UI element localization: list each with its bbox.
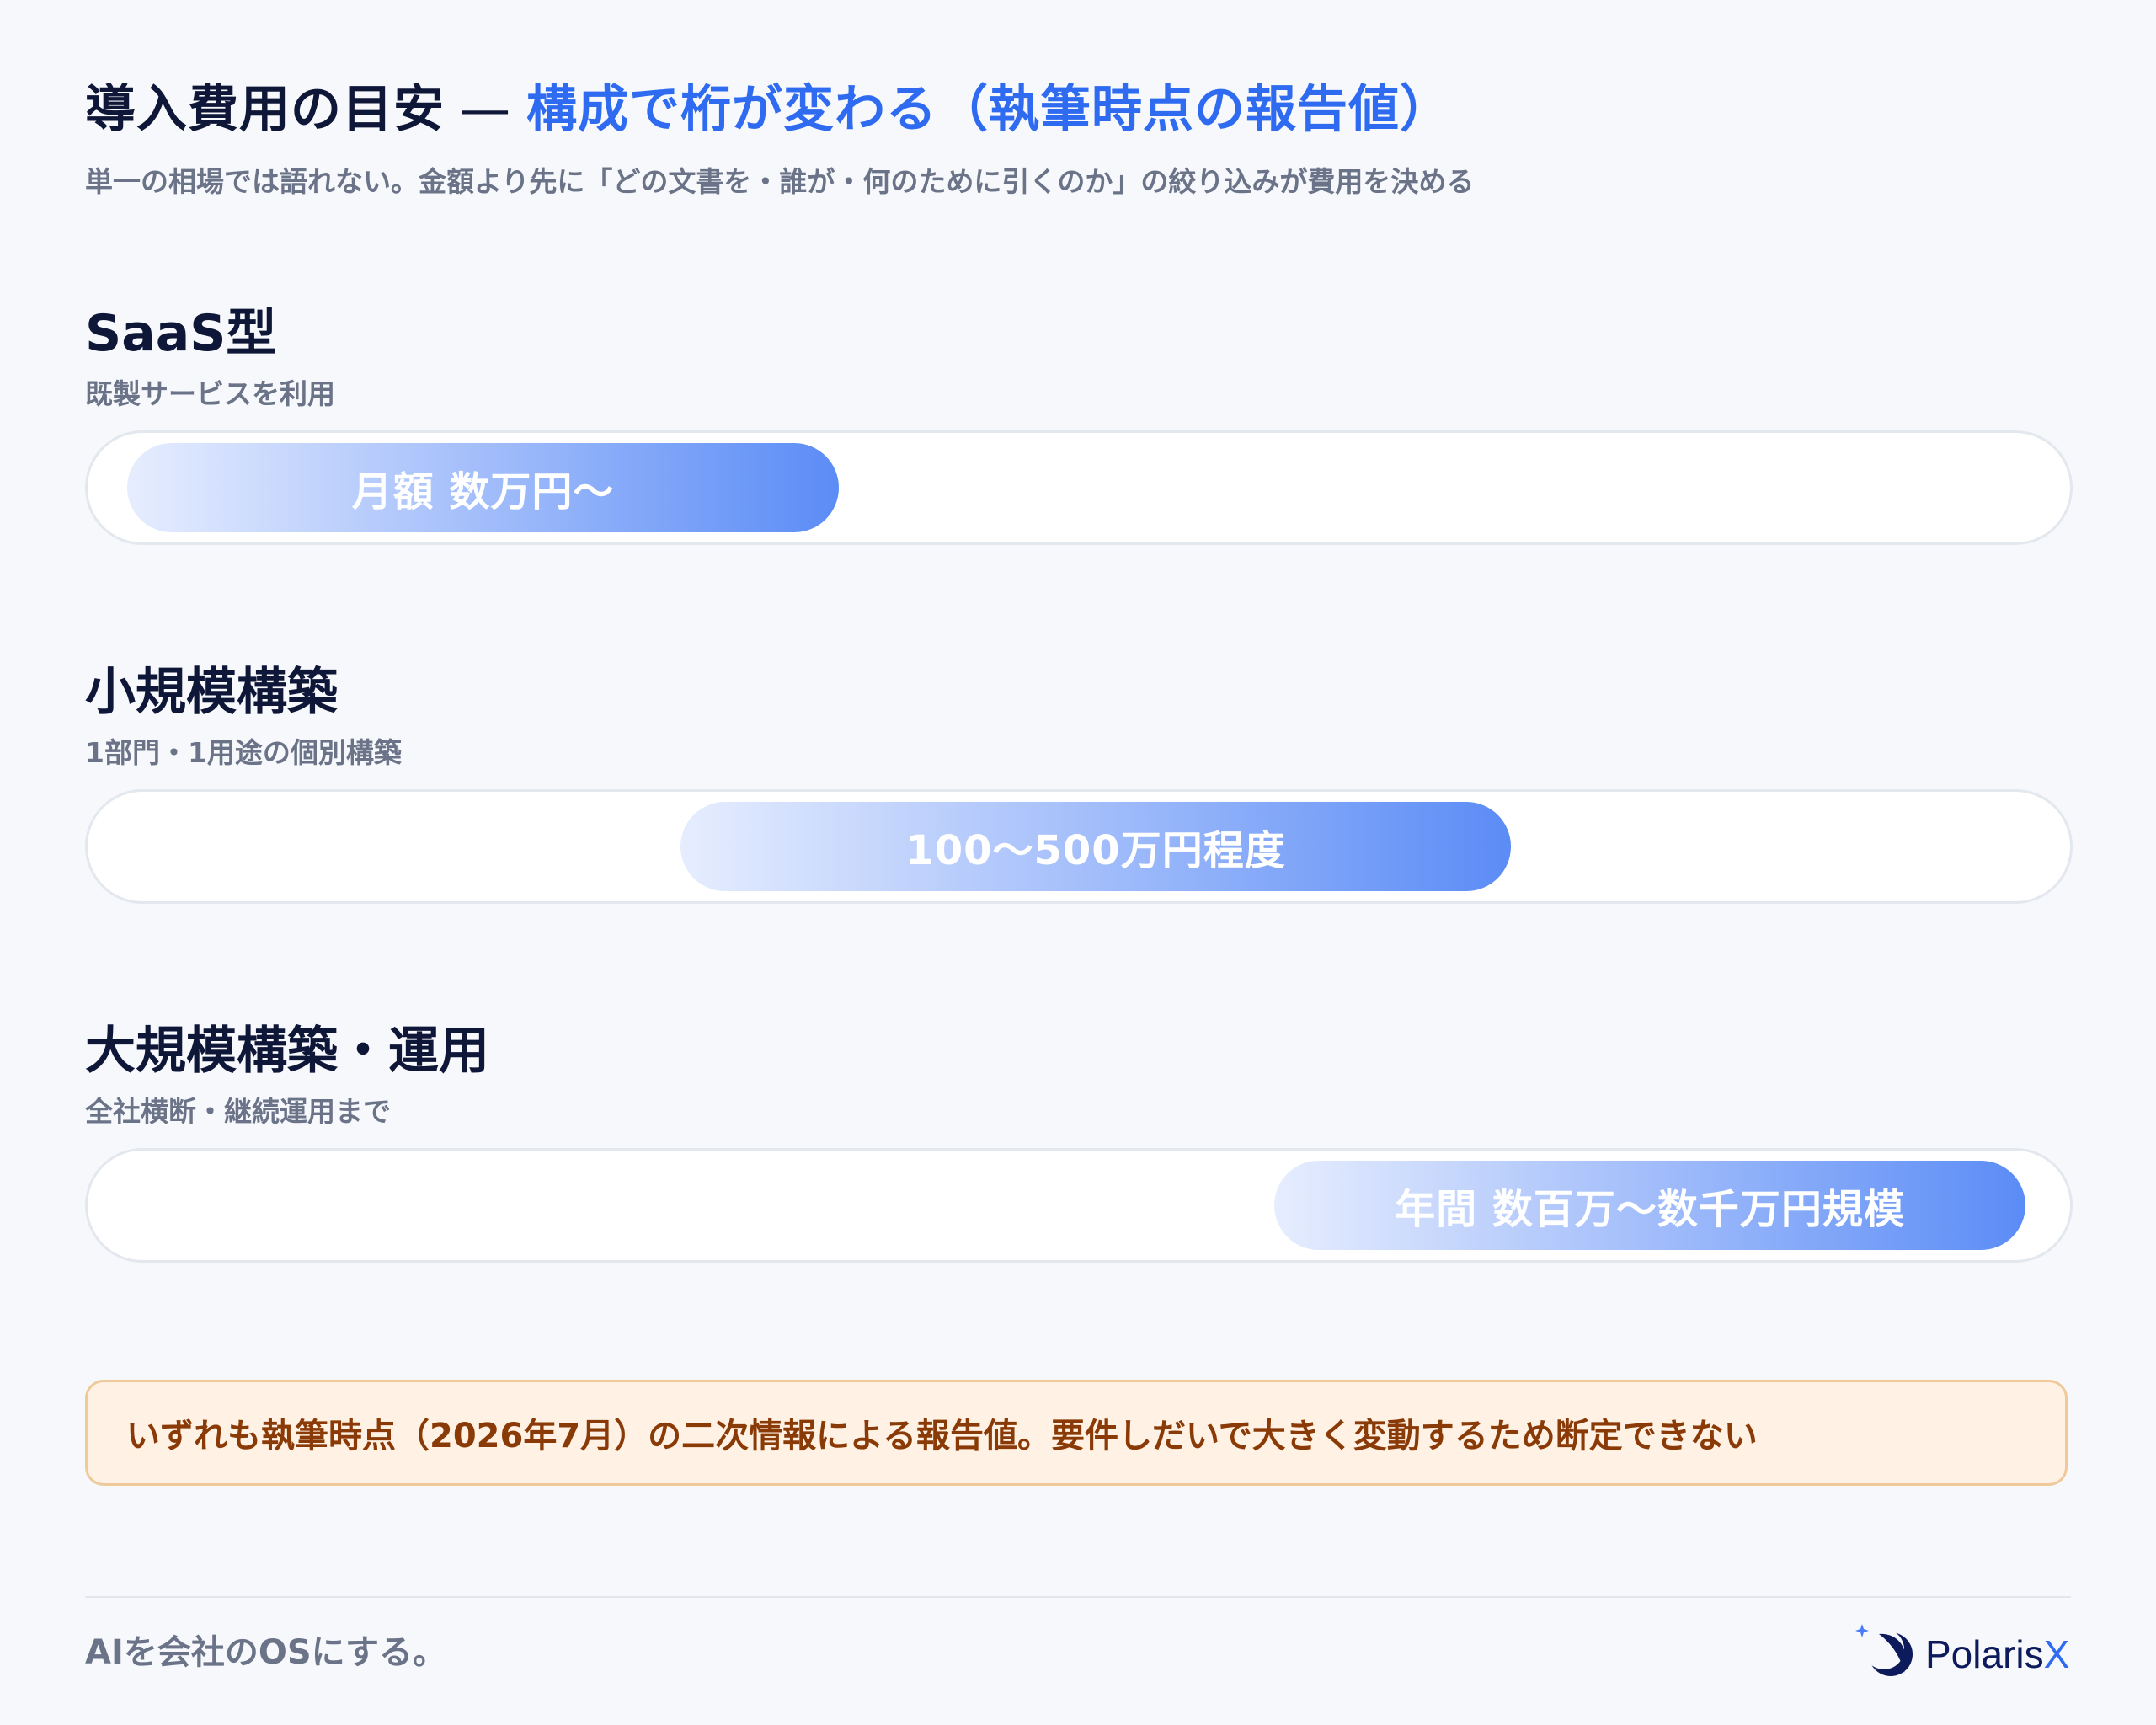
footer-tagline: AIを会社のOSにする。 [85,1633,447,1672]
brand-logo: PolarisX [1854,1617,2071,1685]
title-main: 導入費用の目安 [85,80,445,139]
logo-word-x: X [2043,1632,2070,1676]
footer-divider [85,1596,2071,1598]
page: 導入費用の目安 — 構成で桁が変わる（執筆時点の報告値） 単一の相場では語れない。金… [85,0,2073,1725]
section-saas: SaaS型 既製サービスを利用 [85,300,2071,414]
range-bar-large: 年間 数百万〜数千万円規模 [1274,1161,2025,1250]
polaris-star-icon [1855,1624,1913,1676]
range-track-saas: 月額 数万円〜 [85,430,2073,545]
disclaimer-note: いずれも執筆時点（2026年7月）の二次情報による報告値。要件しだいで大きく変動… [85,1380,2068,1486]
range-track-small: 100〜500万円程度 [85,789,2073,904]
range-bar-saas: 月額 数万円〜 [127,443,839,532]
section-large: 大規模構築・運用 全社横断・継続運用まで [85,1017,2071,1132]
title-accent: 構成で桁が変わる（執筆時点の報告値） [526,80,1451,139]
section-title: SaaS型 [85,304,277,363]
logo-word-polaris: Polaris [1925,1632,2044,1676]
range-bar-small: 100〜500万円程度 [680,802,1511,891]
section-subtitle: 全社横断・継続運用まで [85,1095,391,1128]
section-subtitle: 既製サービスを利用 [85,377,335,410]
section-subtitle: 1部門・1用途の個別構築 [85,736,402,769]
section-title: 大規模構築・運用 [85,1022,489,1081]
range-track-large: 年間 数百万〜数千万円規模 [85,1148,2073,1263]
section-small: 小規模構築 1部門・1用途の個別構築 [85,659,2071,773]
page-title: 導入費用の目安 — 構成で桁が変わる（執筆時点の報告値） [85,74,1451,145]
section-title: 小規模構築 [85,663,338,722]
page-subtitle: 単一の相場では語れない。金額より先に「どの文書を・誰が・何のために引くのか」の絞… [85,165,1475,198]
title-dash: — [460,80,511,139]
logo-wordmark: PolarisX [1925,1631,2069,1678]
